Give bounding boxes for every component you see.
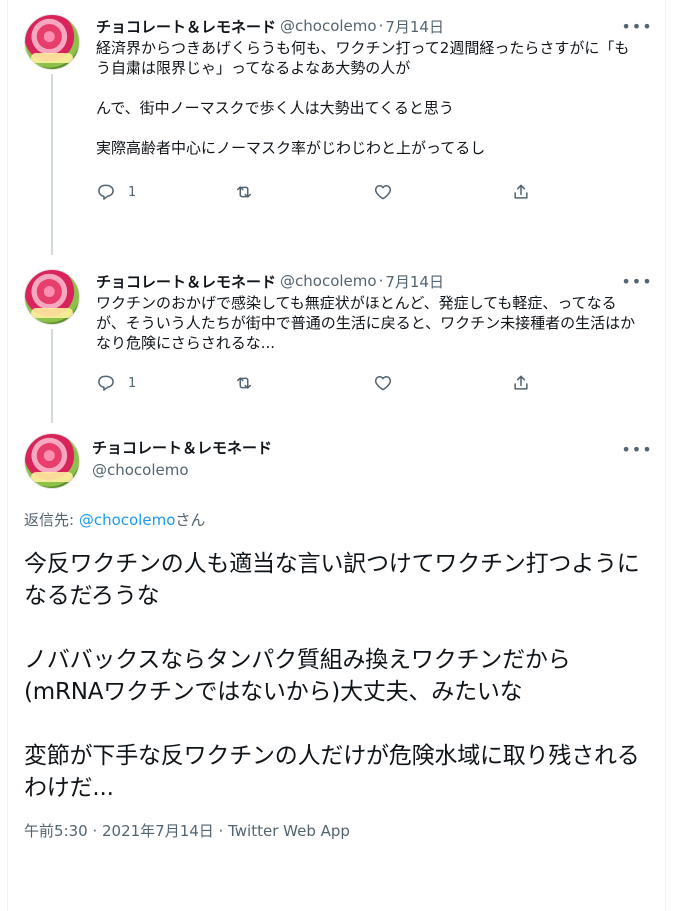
tweet-body: チョコレート＆レモネード @chocolemo · 7月14日 ••• 経済界か… (84, 14, 652, 255)
reply-button[interactable]: 1 (96, 182, 146, 202)
tweet-text: ワクチンのおかげで感染しても無症状がほとんど、発症しても軽症、ってなるが、そうい… (96, 294, 636, 352)
thread-container: チョコレート＆レモネード @chocolemo · 7月14日 ••• 経済界か… (7, 0, 666, 911)
avatar-column (24, 14, 84, 255)
handle[interactable]: @chocolemo (280, 272, 377, 290)
share-button[interactable] (511, 373, 561, 393)
avatar[interactable] (24, 269, 80, 325)
display-name[interactable]: チョコレート＆レモネード (96, 271, 276, 292)
like-button[interactable] (373, 373, 423, 393)
avatar-column (24, 269, 84, 423)
separator: · (378, 272, 384, 290)
reply-icon (98, 184, 114, 200)
heart-icon (374, 376, 391, 391)
handle[interactable]: @chocolemo (92, 459, 272, 481)
tweet-body: チョコレート＆レモネード @chocolemo · 7月14日 ••• ワクチン… (84, 269, 652, 423)
reply-mention-link[interactable]: @chocolemo (79, 511, 176, 529)
tweet-header: チョコレート＆レモネード @chocolemo · 7月14日 (96, 269, 649, 293)
heart-icon (374, 185, 391, 200)
reply-to-suffix: さん (175, 511, 206, 529)
reply-to-line: 返信先: @chocolemoさん (24, 509, 649, 530)
avatar[interactable] (24, 433, 80, 489)
reply-count: 1 (128, 184, 137, 200)
source-app-link[interactable]: Twitter Web App (228, 822, 350, 840)
tweet-timestamp[interactable]: 午前5:30 · 2021年7月14日 · (24, 822, 228, 840)
tweet-text: 経済界からつきあげくらうも何も、ワクチン打って2週間経ったらさすがに「もう自粛は… (96, 39, 630, 157)
display-name[interactable]: チョコレート＆レモネード (96, 16, 276, 37)
like-button[interactable] (373, 182, 423, 202)
reply-count: 1 (128, 375, 137, 391)
more-icon[interactable]: ••• (621, 437, 651, 461)
tweet-meta: 午前5:30 · 2021年7月14日 · Twitter Web App (24, 820, 649, 841)
share-icon (514, 184, 528, 199)
avatar[interactable] (24, 14, 80, 70)
main-tweet: チョコレート＆レモネード @chocolemo ••• 返信先: @chocol… (8, 423, 665, 841)
handle[interactable]: @chocolemo (280, 17, 377, 35)
more-icon[interactable]: ••• (621, 269, 651, 293)
retweet-icon (237, 377, 252, 389)
share-button[interactable] (511, 182, 561, 202)
thread-line (51, 329, 53, 423)
separator: · (378, 17, 384, 35)
tweet-date[interactable]: 7月14日 (385, 271, 444, 292)
tweet-1[interactable]: チョコレート＆レモネード @chocolemo · 7月14日 ••• 経済界か… (8, 0, 665, 255)
more-icon[interactable]: ••• (621, 14, 651, 38)
reply-icon (98, 375, 114, 391)
tweet-2[interactable]: チョコレート＆レモネード @chocolemo · 7月14日 ••• ワクチン… (8, 255, 665, 423)
retweet-button[interactable] (234, 182, 284, 202)
retweet-button[interactable] (234, 373, 284, 393)
author-names: チョコレート＆レモネード @chocolemo (92, 433, 272, 481)
tweet-actions: 1 (96, 371, 561, 395)
tweet-actions: 1 (96, 180, 561, 204)
tweet-header: チョコレート＆レモネード @chocolemo · 7月14日 (96, 14, 649, 38)
reply-button[interactable]: 1 (96, 373, 146, 393)
thread-line (51, 74, 53, 255)
retweet-icon (237, 186, 252, 198)
tweet-date[interactable]: 7月14日 (385, 16, 444, 37)
main-tweet-text: 今反ワクチンの人も適当な言い訳つけてワクチン打つようになるだろうな ノババックス… (24, 551, 640, 801)
display-name[interactable]: チョコレート＆レモネード (92, 437, 272, 459)
share-icon (514, 375, 528, 390)
main-tweet-header: チョコレート＆レモネード @chocolemo ••• (24, 433, 652, 499)
reply-to-prefix: 返信先: (24, 511, 79, 529)
